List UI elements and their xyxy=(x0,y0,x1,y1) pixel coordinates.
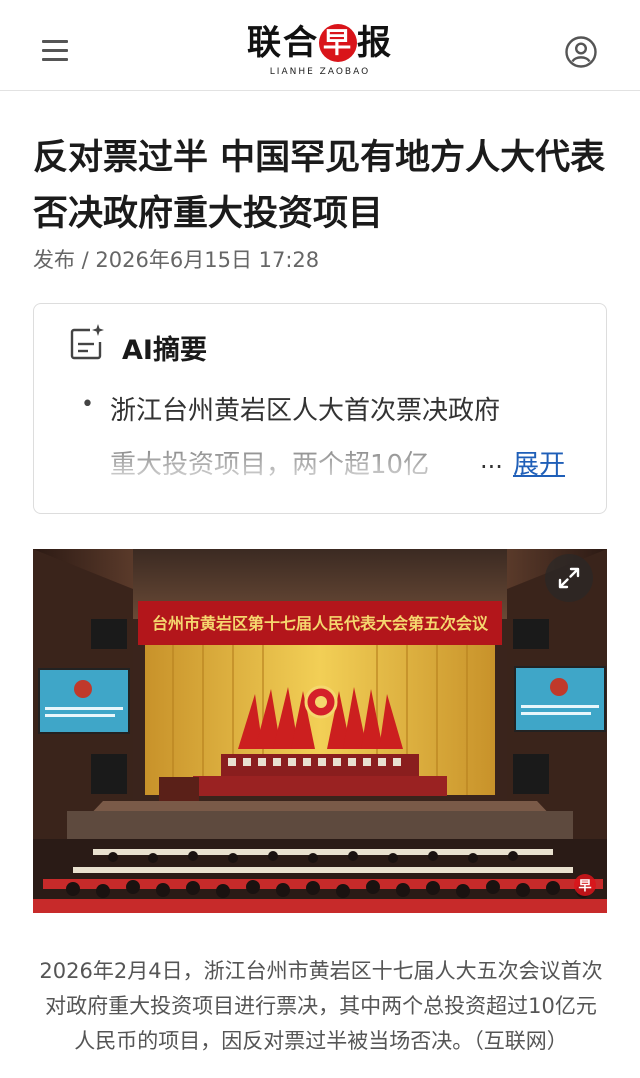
bullet-point: • xyxy=(81,392,94,417)
site-logo[interactable]: 联合早报 LIANHE ZAOBAO xyxy=(230,22,410,82)
logo-english: LIANHE ZAOBAO xyxy=(269,67,371,77)
article-title: 反对票过半 中国罕见有地方人大代表否决政府重大投资项目 xyxy=(33,138,606,234)
photo-banner-text: 台州市黄岩区第十七届人民代表大会第五次会议 xyxy=(152,614,489,633)
photo-watermark: 早 xyxy=(578,879,591,894)
expand-summary-link[interactable]: 展开 xyxy=(513,444,565,481)
summary-line-2: 重大投资项目，两个超10亿 xyxy=(110,450,430,480)
publish-date: 发布 / 2026年6月15日 17:28 xyxy=(33,248,320,272)
summary-ellipsis: ... xyxy=(480,446,503,474)
user-account-icon[interactable] xyxy=(565,36,597,68)
ai-summary-title: AI摘要 xyxy=(122,335,207,366)
hamburger-menu-icon[interactable] xyxy=(42,40,70,64)
article-photo[interactable]: 台州市黄岩区第十七届人民代表大会第五次会议 早 xyxy=(33,549,607,913)
photo-caption: 2026年2月4日，浙江台州市黄岩区十七届人大五次会议首次对政府重大投资项目进行… xyxy=(39,959,603,1053)
ai-summary-card: AI摘要 • 浙江台州黄岩区人大首次票决政府 重大投资项目，两个超10亿 ...… xyxy=(33,303,607,514)
fullscreen-expand-icon[interactable] xyxy=(545,554,593,602)
top-bar: 联合早报 LIANHE ZAOBAO xyxy=(0,0,640,91)
logo-chinese: 联合早报 xyxy=(247,23,393,63)
logo-badge: 早 xyxy=(319,24,357,62)
summary-line-1: 浙江台州黄岩区人大首次票决政府 xyxy=(110,396,501,426)
ai-sparkle-document-icon xyxy=(70,324,104,362)
